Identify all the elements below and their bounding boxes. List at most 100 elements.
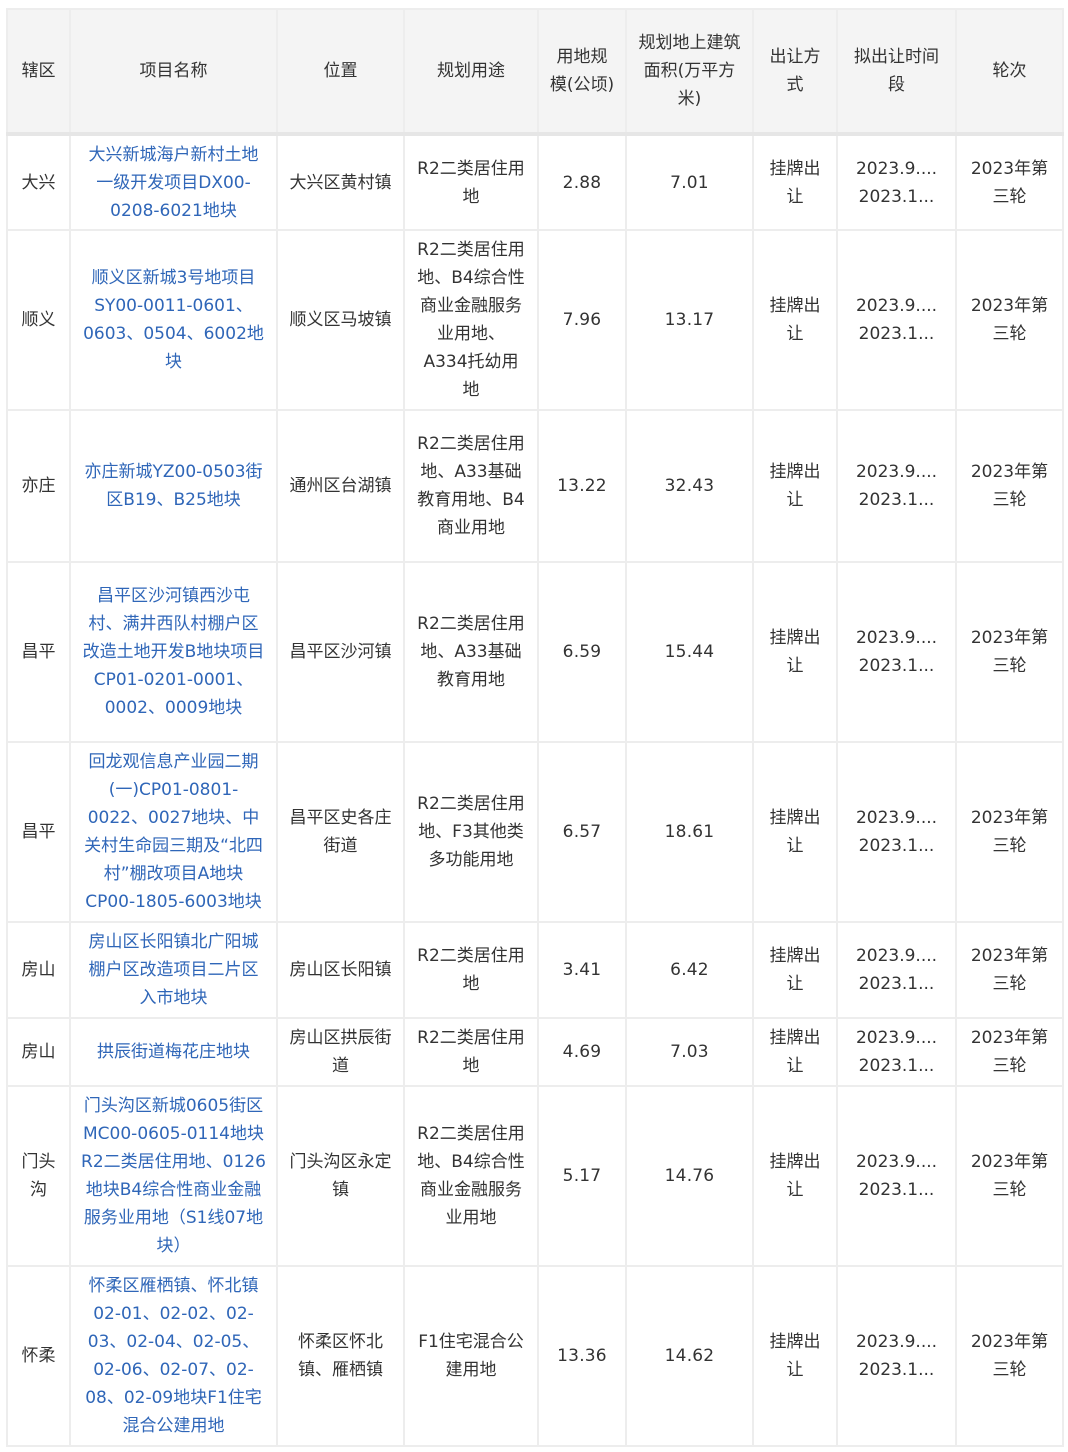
project-link[interactable]: 拱辰街道梅花庄地块 (69, 1017, 278, 1087)
district-cell: 大兴 (6, 133, 71, 231)
floor-area-cell: 14.62 (625, 1265, 754, 1447)
district-cell: 房山 (6, 921, 71, 1019)
usage-cell: R2二类居住用地 (403, 921, 539, 1019)
period-end: 2023.1... (858, 656, 935, 676)
area-cell: 6.59 (537, 561, 627, 743)
period-start: 2023.9.... (855, 1152, 938, 1172)
usage-cell: R2二类居住用地、B4综合性商业金融服务业用地 (403, 1085, 539, 1267)
location-cell: 顺义区马坡镇 (276, 229, 405, 411)
period-cell: 2023.9.... 2023.1... (836, 229, 957, 411)
district-cell: 昌平 (6, 741, 71, 923)
round-cell: 2023年第三轮 (955, 921, 1064, 1019)
method-cell: 挂牌出让 (752, 561, 838, 743)
period-end: 2023.1... (858, 974, 935, 994)
location-cell: 昌平区史各庄街道 (276, 741, 405, 923)
location-cell: 房山区长阳镇 (276, 921, 405, 1019)
table-row: 昌平 昌平区沙河镇西沙屯村、满井西队村棚户区改造土地开发B地块项目CP01-02… (6, 561, 1064, 743)
district-cell: 顺义 (6, 229, 71, 411)
period-start: 2023.9.... (855, 462, 938, 482)
table-row: 昌平 回龙观信息产业园二期(一)CP01-0801-0022、0027地块、中关… (6, 741, 1064, 923)
header-location: 位置 (276, 8, 405, 136)
district-cell: 昌平 (6, 561, 71, 743)
district-cell: 门头沟 (6, 1085, 71, 1267)
round-cell: 2023年第三轮 (955, 1085, 1064, 1267)
usage-cell: R2二类居住用地 (403, 133, 539, 231)
district-cell: 房山 (6, 1017, 71, 1087)
method-cell: 挂牌出让 (752, 1265, 838, 1447)
round-cell: 2023年第三轮 (955, 1265, 1064, 1447)
period-cell: 2023.9.... 2023.1... (836, 1085, 957, 1267)
period-end: 2023.1... (858, 1180, 935, 1200)
header-floor-area: 规划地上建筑面积(万平方米) (625, 8, 754, 136)
period-start: 2023.9.... (855, 158, 938, 179)
period-start: 2023.9.... (855, 1332, 938, 1352)
period-start: 2023.9.... (855, 1028, 938, 1048)
period-start: 2023.9.... (855, 946, 938, 966)
period-cell: 2023.9.... 2023.1... (836, 1017, 957, 1087)
table-row: 房山 拱辰街道梅花庄地块 房山区拱辰街道 R2二类居住用地 4.69 7.03 … (6, 1017, 1064, 1087)
period-cell: 2023.9.... 2023.1... (836, 741, 957, 923)
period-start: 2023.9.... (855, 296, 938, 316)
table-header: 辖区 项目名称 位置 规划用途 用地规模(公顷) 规划地上建筑面积(万平方米) … (6, 8, 1064, 136)
area-cell: 5.17 (537, 1085, 627, 1267)
floor-area-cell: 13.17 (625, 229, 754, 411)
project-link[interactable]: 亦庄新城YZ00-0503街区B19、B25地块 (69, 409, 278, 563)
period-cell: 2023.9.... 2023.1... (836, 133, 957, 231)
round-cell: 2023年第三轮 (955, 561, 1064, 743)
usage-cell: F1住宅混合公建用地 (403, 1265, 539, 1447)
method-cell: 挂牌出让 (752, 229, 838, 411)
district-cell: 怀柔 (6, 1265, 71, 1447)
floor-area-cell: 15.44 (625, 561, 754, 743)
usage-cell: R2二类居住用地、A33基础教育用地、B4商业用地 (403, 409, 539, 563)
project-link[interactable]: 房山区长阳镇北广阳城棚户区改造项目二片区入市地块 (69, 921, 278, 1019)
location-cell: 怀柔区怀北镇、雁栖镇 (276, 1265, 405, 1447)
header-method: 出让方式 (752, 8, 838, 136)
period-cell: 2023.9.... 2023.1... (836, 409, 957, 563)
round-cell: 2023年第三轮 (955, 133, 1064, 231)
project-link[interactable]: 大兴新城海户新村土地一级开发项目DX00-0208-6021地块 (69, 133, 278, 231)
project-link[interactable]: 回龙观信息产业园二期(一)CP01-0801-0022、0027地块、中关村生命… (69, 741, 278, 923)
table-row: 房山 房山区长阳镇北广阳城棚户区改造项目二片区入市地块 房山区长阳镇 R2二类居… (6, 921, 1064, 1019)
usage-cell: R2二类居住用地、F3其他类多功能用地 (403, 741, 539, 923)
period-end: 2023.1... (858, 1360, 935, 1380)
method-cell: 挂牌出让 (752, 1017, 838, 1087)
round-cell: 2023年第三轮 (955, 229, 1064, 411)
location-cell: 昌平区沙河镇 (276, 561, 405, 743)
period-end: 2023.1... (858, 186, 935, 207)
usage-cell: R2二类居住用地、A33基础教育用地 (403, 561, 539, 743)
table-row: 门头沟 门头沟区新城0605街区MC00-0605-0114地块R2二类居住用地… (6, 1085, 1064, 1267)
header-round: 轮次 (955, 8, 1064, 136)
period-end: 2023.1... (858, 1056, 935, 1076)
location-cell: 通州区台湖镇 (276, 409, 405, 563)
location-cell: 房山区拱辰街道 (276, 1017, 405, 1087)
usage-cell: R2二类居住用地 (403, 1017, 539, 1087)
location-cell: 门头沟区永定镇 (276, 1085, 405, 1267)
header-project: 项目名称 (69, 8, 278, 136)
floor-area-cell: 18.61 (625, 741, 754, 923)
floor-area-cell: 7.03 (625, 1017, 754, 1087)
period-start: 2023.9.... (855, 808, 938, 828)
floor-area-cell: 7.01 (625, 133, 754, 231)
period-end: 2023.1... (858, 836, 935, 856)
round-cell: 2023年第三轮 (955, 741, 1064, 923)
header-usage: 规划用途 (403, 8, 539, 136)
method-cell: 挂牌出让 (752, 409, 838, 563)
period-end: 2023.1... (858, 324, 935, 344)
project-link[interactable]: 昌平区沙河镇西沙屯村、满井西队村棚户区改造土地开发B地块项目CP01-0201-… (69, 561, 278, 743)
method-cell: 挂牌出让 (752, 1085, 838, 1267)
floor-area-cell: 14.76 (625, 1085, 754, 1267)
period-cell: 2023.9.... 2023.1... (836, 921, 957, 1019)
round-cell: 2023年第三轮 (955, 409, 1064, 563)
round-cell: 2023年第三轮 (955, 1017, 1064, 1087)
floor-area-cell: 6.42 (625, 921, 754, 1019)
header-area: 用地规模(公顷) (537, 8, 627, 136)
header-district: 辖区 (6, 8, 71, 136)
table-row: 亦庄 亦庄新城YZ00-0503街区B19、B25地块 通州区台湖镇 R2二类居… (6, 409, 1064, 563)
project-link[interactable]: 怀柔区雁栖镇、怀北镇02-01、02-02、02-03、02-04、02-05、… (69, 1265, 278, 1447)
area-cell: 6.57 (537, 741, 627, 923)
project-link[interactable]: 顺义区新城3号地项目SY00-0011-0601、0603、0504、6002地… (69, 229, 278, 411)
project-link[interactable]: 门头沟区新城0605街区MC00-0605-0114地块R2二类居住用地、012… (69, 1085, 278, 1267)
method-cell: 挂牌出让 (752, 741, 838, 923)
period-cell: 2023.9.... 2023.1... (836, 561, 957, 743)
area-cell: 13.22 (537, 409, 627, 563)
